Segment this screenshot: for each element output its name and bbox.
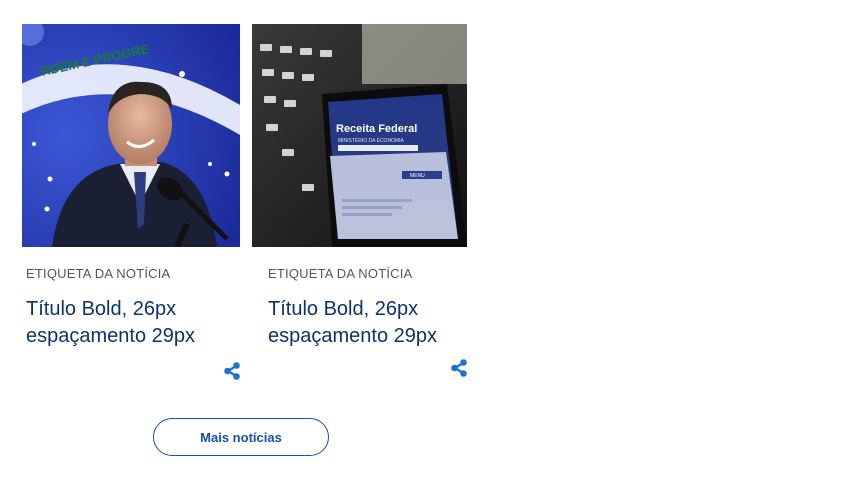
portrait-photo: RDEM E PROGRE [22, 24, 240, 247]
image-text-sub: MINISTÉRIO DA ECONOMIA [338, 137, 405, 144]
share-icon[interactable] [450, 359, 468, 377]
news-card[interactable]: RDEM E PROGRE Etiqueta da notícia Título… [22, 24, 240, 380]
news-image[interactable]: RDEM E PROGRE [22, 24, 240, 247]
news-tag: Etiqueta da notícia [268, 266, 413, 281]
news-card[interactable]: Receita Federal MINISTÉRIO DA ECONOMIA M… [252, 24, 467, 377]
news-title-line1[interactable]: Título Bold, 26px [268, 298, 418, 320]
news-image[interactable]: Receita Federal MINISTÉRIO DA ECONOMIA M… [252, 24, 467, 247]
more-news-button[interactable]: Mais notícias [153, 418, 329, 456]
share-icon-graphic [224, 362, 240, 380]
image-text-menu: MENU [410, 173, 425, 179]
share-icon[interactable] [223, 362, 241, 380]
news-title[interactable]: Título Bold, 26px espaçamento 29px [268, 296, 437, 350]
news-title-line2[interactable]: espaçamento 29px [26, 325, 195, 347]
share-icon-graphic [451, 359, 467, 377]
image-text-heading: Receita Federal [336, 123, 417, 135]
news-title-line2[interactable]: espaçamento 29px [268, 325, 437, 347]
news-tag: Etiqueta da notícia [26, 266, 171, 281]
news-title[interactable]: Título Bold, 26px espaçamento 29px [26, 296, 195, 350]
news-title-line1[interactable]: Título Bold, 26px [26, 298, 176, 320]
receita-federal-phone-photo: Receita Federal MINISTÉRIO DA ECONOMIA M… [252, 24, 467, 247]
news-section: RDEM E PROGRE Etiqueta da notícia Título… [0, 0, 850, 483]
